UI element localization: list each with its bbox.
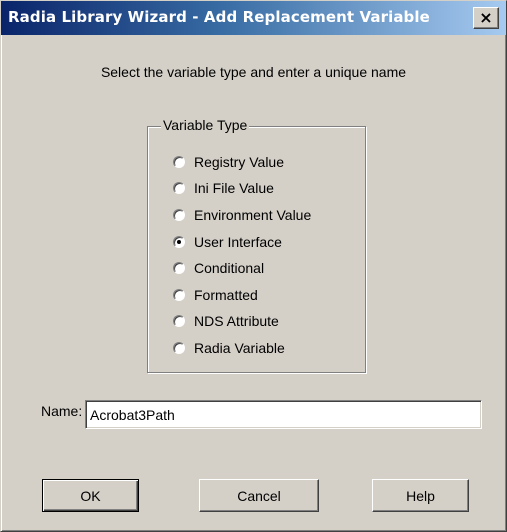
radio-environment-value[interactable]: Environment Value	[173, 205, 311, 225]
radio-radia-variable[interactable]: Radia Variable	[173, 338, 285, 358]
dialog-window: Radia Library Wizard - Add Replacement V…	[0, 0, 507, 532]
radio-conditional[interactable]: Conditional	[173, 258, 264, 278]
radio-user-interface[interactable]: User Interface	[173, 232, 282, 252]
radio-button-icon[interactable]	[173, 342, 185, 354]
radio-button-icon[interactable]	[173, 209, 185, 221]
name-label: Name:	[41, 403, 83, 419]
radio-label: Conditional	[194, 260, 265, 276]
radio-label: Environment Value	[194, 207, 312, 223]
title-bar[interactable]: Radia Library Wizard - Add Replacement V…	[1, 1, 506, 35]
radio-ini-file-value[interactable]: Ini File Value	[173, 178, 274, 198]
instruction-text: Select the variable type and enter a uni…	[100, 64, 407, 80]
radio-label: Ini File Value	[194, 180, 274, 196]
radio-label: Formatted	[194, 287, 258, 303]
radio-formatted[interactable]: Formatted	[173, 285, 258, 305]
radio-registry-value[interactable]: Registry Value	[173, 152, 284, 172]
radio-label: Radia Variable	[194, 340, 285, 356]
close-button[interactable]: ×	[473, 7, 499, 29]
variable-type-legend: Variable Type	[161, 117, 250, 133]
radio-button-icon[interactable]	[173, 156, 185, 168]
radio-label: Registry Value	[194, 154, 285, 170]
window-title: Radia Library Wizard - Add Replacement V…	[8, 8, 430, 26]
cancel-button[interactable]: Cancel	[199, 479, 319, 512]
help-button[interactable]: Help	[372, 479, 469, 512]
radio-button-icon[interactable]	[173, 182, 185, 194]
radio-button-icon[interactable]	[173, 262, 185, 274]
radio-button-icon[interactable]	[173, 289, 185, 301]
radio-label: User Interface	[194, 234, 282, 250]
radio-nds-attribute[interactable]: NDS Attribute	[173, 311, 279, 331]
name-input[interactable]	[85, 400, 482, 429]
radio-button-icon[interactable]	[173, 236, 185, 248]
ok-button[interactable]: OK	[42, 479, 139, 512]
radio-button-icon[interactable]	[173, 315, 185, 327]
close-icon: ×	[479, 8, 493, 27]
radio-label: NDS Attribute	[194, 313, 279, 329]
